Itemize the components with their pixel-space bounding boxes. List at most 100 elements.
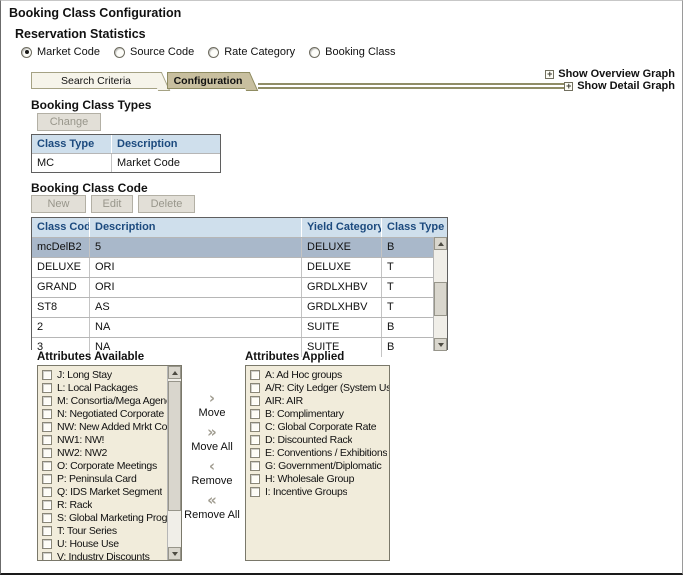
edit-button[interactable]: Edit <box>91 195 133 213</box>
move-all-button[interactable]: » Move All <box>191 425 233 453</box>
radio-market-code[interactable]: Market Code <box>21 46 100 58</box>
column-header: Class Type <box>32 135 112 153</box>
list-item[interactable]: NW: New Added Mrkt Code <box>38 420 169 433</box>
table-row[interactable]: MC Market Code <box>32 153 220 172</box>
checkbox-icon[interactable] <box>42 396 52 406</box>
checkbox-icon[interactable] <box>42 539 52 549</box>
list-item[interactable]: N: Negotiated Corporate <box>38 407 169 420</box>
radio-source-code[interactable]: Source Code <box>114 46 194 58</box>
checkbox-icon[interactable] <box>250 435 260 445</box>
list-item[interactable]: I: Incentive Groups <box>246 485 389 498</box>
remove-all-button[interactable]: « Remove All <box>184 493 240 521</box>
table-scrollbar[interactable] <box>433 237 447 351</box>
list-item[interactable]: AIR: AIR <box>246 394 389 407</box>
remove-button[interactable]: ‹ Remove <box>192 459 233 487</box>
list-item[interactable]: O: Corporate Meetings <box>38 459 169 472</box>
checkbox-icon[interactable] <box>42 370 52 380</box>
list-item[interactable]: A/R: City Ledger (System Used) <box>246 381 389 394</box>
delete-button[interactable]: Delete <box>138 195 195 213</box>
change-button[interactable]: Change <box>37 113 101 131</box>
checkbox-icon[interactable] <box>250 422 260 432</box>
list-item[interactable]: V: Industry Discounts <box>38 550 169 561</box>
booking-class-types-heading: Booking Class Types <box>31 98 151 112</box>
scrollbar-track[interactable] <box>434 250 447 338</box>
table-row[interactable]: GRAND ORI GRDLXHBV T <box>32 277 447 297</box>
checkbox-icon[interactable] <box>42 526 52 536</box>
scrollbar-thumb[interactable] <box>434 282 447 316</box>
show-overview-graph-link[interactable]: + Show Overview Graph <box>545 68 675 80</box>
scroll-up-icon <box>172 371 178 375</box>
tab-configuration[interactable]: Configuration <box>167 72 249 89</box>
cell-class-type: B <box>382 338 433 357</box>
list-item[interactable]: P: Peninsula Card <box>38 472 169 485</box>
list-item[interactable]: R: Rack <box>38 498 169 511</box>
remove-all-label: Remove All <box>184 509 240 521</box>
scrollbar-thumb[interactable] <box>168 381 181 511</box>
cell-description: NA <box>90 318 302 337</box>
table-row[interactable]: mcDelB2 5 DELUXE B <box>32 237 447 257</box>
scroll-down-button[interactable] <box>168 547 181 560</box>
checkbox-icon[interactable] <box>42 500 52 510</box>
new-button[interactable]: New <box>31 195 86 213</box>
cell-class-type: B <box>382 238 433 257</box>
listbox-scrollbar[interactable] <box>167 366 181 560</box>
move-all-label: Move All <box>191 441 233 453</box>
checkbox-icon[interactable] <box>42 435 52 445</box>
statistics-type-radio-group: Market Code Source Code Rate Category Bo… <box>21 46 395 58</box>
checkbox-icon[interactable] <box>250 396 260 406</box>
checkbox-icon[interactable] <box>42 409 52 419</box>
cell-class-type: T <box>382 258 433 277</box>
list-item[interactable]: NW1: NW! <box>38 433 169 446</box>
cell-class-code: DELUXE <box>32 258 90 277</box>
checkbox-icon[interactable] <box>250 383 260 393</box>
tab-search-criteria[interactable]: Search Criteria <box>31 72 161 89</box>
scroll-up-button[interactable] <box>434 237 447 250</box>
checkbox-icon[interactable] <box>42 422 52 432</box>
radio-booking-class[interactable]: Booking Class <box>309 46 395 58</box>
checkbox-icon[interactable] <box>250 487 260 497</box>
list-item-label: I: Incentive Groups <box>265 486 347 498</box>
attributes-available-heading: Attributes Available <box>37 351 144 363</box>
list-item[interactable]: L: Local Packages <box>38 381 169 394</box>
scrollbar-track[interactable] <box>168 379 181 547</box>
scroll-up-button[interactable] <box>168 366 181 379</box>
checkbox-icon[interactable] <box>42 513 52 523</box>
checkbox-icon[interactable] <box>250 370 260 380</box>
checkbox-icon[interactable] <box>250 461 260 471</box>
list-item[interactable]: U: House Use <box>38 537 169 550</box>
list-item[interactable]: A: Ad Hoc groups <box>246 368 389 381</box>
list-item[interactable]: D: Discounted Rack <box>246 433 389 446</box>
list-item[interactable]: J: Long Stay <box>38 368 169 381</box>
attributes-applied-heading: Attributes Applied <box>245 351 344 363</box>
checkbox-icon[interactable] <box>250 448 260 458</box>
remove-label: Remove <box>192 475 233 487</box>
checkbox-icon[interactable] <box>42 461 52 471</box>
radio-rate-category[interactable]: Rate Category <box>208 46 295 58</box>
scroll-down-button[interactable] <box>434 338 447 351</box>
tab-strip-rule <box>258 83 569 89</box>
list-item[interactable]: S: Global Marketing Programme <box>38 511 169 524</box>
table-row[interactable]: DELUXE ORI DELUXE T <box>32 257 447 277</box>
table-row[interactable]: 2 NA SUITE B <box>32 317 447 337</box>
list-item[interactable]: T: Tour Series <box>38 524 169 537</box>
list-item[interactable]: C: Global Corporate Rate <box>246 420 389 433</box>
column-header: Class Type <box>382 218 447 237</box>
list-item[interactable]: G: Government/Diplomatic <box>246 459 389 472</box>
checkbox-icon[interactable] <box>42 552 52 562</box>
checkbox-icon[interactable] <box>42 383 52 393</box>
checkbox-icon[interactable] <box>42 487 52 497</box>
show-detail-graph-link[interactable]: + Show Detail Graph <box>564 80 675 92</box>
checkbox-icon[interactable] <box>42 474 52 484</box>
checkbox-icon[interactable] <box>250 409 260 419</box>
list-item[interactable]: B: Complimentary <box>246 407 389 420</box>
list-item[interactable]: H: Wholesale Group <box>246 472 389 485</box>
move-button[interactable]: › Move <box>199 391 226 419</box>
list-item-label: B: Complimentary <box>265 408 344 420</box>
checkbox-icon[interactable] <box>42 448 52 458</box>
checkbox-icon[interactable] <box>250 474 260 484</box>
list-item[interactable]: E: Conventions / Exhibitions <box>246 446 389 459</box>
list-item[interactable]: Q: IDS Market Segment <box>38 485 169 498</box>
list-item[interactable]: NW2: NW2 <box>38 446 169 459</box>
list-item[interactable]: M: Consortia/Mega Agencies <box>38 394 169 407</box>
table-row[interactable]: ST8 AS GRDLXHBV T <box>32 297 447 317</box>
